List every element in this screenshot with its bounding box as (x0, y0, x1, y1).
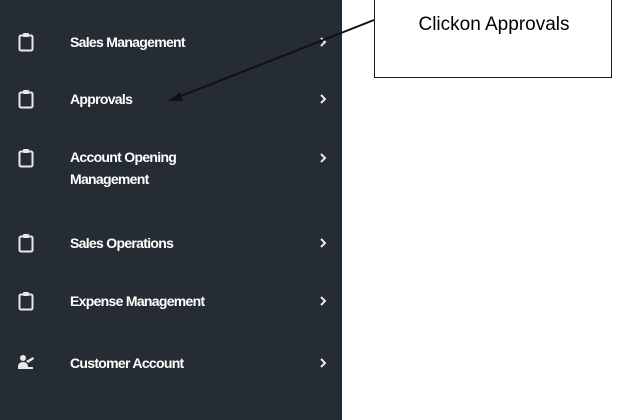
annotation-arrow (168, 19, 375, 101)
